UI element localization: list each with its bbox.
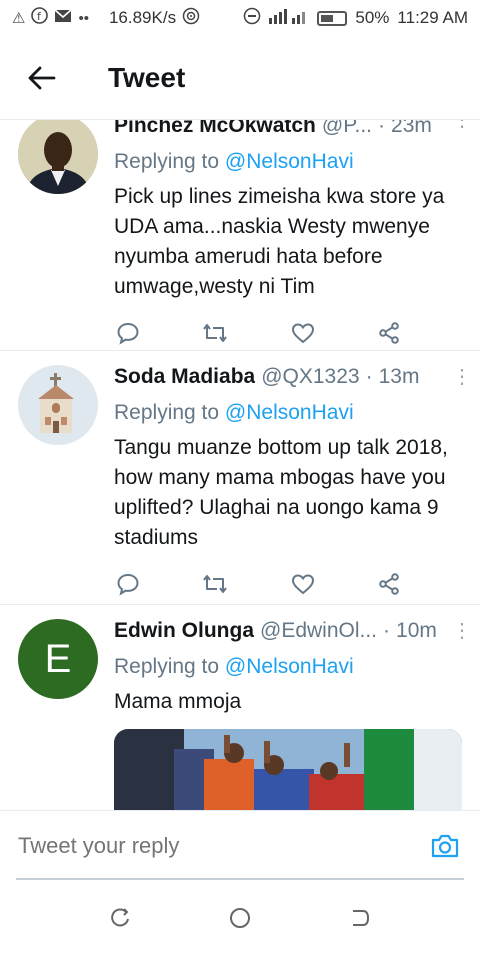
heart-icon [291, 574, 314, 595]
reply-bar [0, 810, 480, 880]
tweet-time: 23m [391, 120, 432, 137]
comment-icon [117, 322, 139, 345]
more-options-icon[interactable]: ⋮ [452, 367, 472, 387]
home-button[interactable] [228, 906, 252, 935]
more-options-icon[interactable]: ⋮ [452, 621, 472, 641]
more-notifications-icon: •• [78, 9, 89, 27]
share-button[interactable] [377, 320, 401, 346]
tweet-text: Tangu muanze bottom up talk 2018, how ma… [114, 436, 448, 549]
replying-label: Replying to [114, 401, 220, 424]
replying-label: Replying to [114, 655, 220, 678]
recents-button[interactable] [109, 907, 131, 934]
mention-link[interactable]: @NelsonHavi [225, 655, 354, 678]
mention-link[interactable]: @NelsonHavi [225, 150, 354, 173]
tweet-actions [116, 571, 401, 597]
avatar[interactable] [18, 120, 98, 194]
author-name[interactable]: Soda Madiaba [114, 365, 255, 389]
reply-button[interactable] [116, 571, 140, 597]
signal-icon [269, 8, 309, 29]
avatar[interactable] [18, 365, 98, 445]
arrow-left-icon [28, 66, 56, 89]
system-nav-bar [0, 880, 480, 960]
tweet-item[interactable]: Soda Madiaba @QX1323 · 13m ⋮ Replying to… [0, 351, 480, 605]
tweet-text: Mama mmoja [114, 690, 242, 713]
back-nav-icon [353, 909, 370, 926]
mention-link[interactable]: @NelsonHavi [225, 401, 354, 424]
comment-icon [117, 573, 139, 596]
tweet-time: 10m [396, 619, 437, 642]
avatar[interactable]: E [18, 619, 98, 699]
tweet-actions [116, 320, 401, 346]
avatar-letter: E [44, 636, 72, 681]
network-speed: 16.89K/s [108, 8, 177, 27]
hotspot-icon [182, 7, 200, 30]
retweet-button[interactable] [202, 320, 228, 346]
gmail-icon [54, 8, 72, 28]
like-button[interactable] [291, 320, 315, 346]
tweet-text: Pick up lines zimeisha kwa store ya UDA … [114, 185, 445, 298]
author-handle[interactable]: @QX1323 [261, 365, 359, 389]
tweet-item[interactable]: Pinchez McOkwatch @P... · 23m ⋮ Replying… [0, 120, 480, 351]
author-name[interactable]: Edwin Olunga [114, 619, 254, 643]
warning-icon: ⚠ [12, 10, 26, 27]
share-icon [379, 573, 399, 595]
reply-input[interactable] [18, 833, 398, 859]
reply-feed[interactable]: Pinchez McOkwatch @P... · 23m ⋮ Replying… [0, 120, 480, 810]
retweet-icon [203, 324, 228, 342]
author-name[interactable]: Pinchez McOkwatch [114, 120, 316, 138]
retweet-icon [203, 575, 228, 593]
camera-icon [431, 834, 459, 858]
heart-icon [291, 323, 314, 344]
share-icon [379, 322, 399, 344]
back-button[interactable] [0, 36, 84, 120]
facebook-icon: f [31, 7, 49, 29]
reply-button[interactable] [116, 320, 140, 346]
svg-text:f: f [37, 10, 42, 23]
tweet-time: 13m [378, 365, 420, 388]
status-bar: ⚠ f •• 16.89K/s 50% 11:29 AM [0, 0, 480, 36]
recents-icon [110, 907, 129, 926]
replying-label: Replying to [114, 150, 220, 173]
retweet-button[interactable] [202, 571, 228, 597]
page-title: Tweet [108, 61, 186, 93]
app-bar: Tweet [0, 36, 480, 120]
tweet-item[interactable]: E Edwin Olunga @EdwinOl... · 10m ⋮ Reply… [0, 605, 480, 810]
separator-dot: · [383, 619, 391, 642]
battery-icon [317, 10, 348, 26]
replying-to: Replying to @NelsonHavi [114, 148, 464, 176]
home-icon [229, 907, 250, 928]
author-handle[interactable]: @EdwinOl... [260, 619, 377, 643]
replying-to: Replying to @NelsonHavi [114, 653, 464, 681]
share-button[interactable] [377, 571, 401, 597]
separator-dot: · [378, 120, 386, 137]
camera-button[interactable] [430, 833, 460, 864]
like-button[interactable] [291, 571, 315, 597]
tweet-image[interactable] [114, 729, 462, 810]
replying-to: Replying to @NelsonHavi [114, 399, 464, 427]
dnd-icon [243, 7, 261, 30]
back-nav-button[interactable] [349, 907, 371, 934]
battery-percent: 50% [355, 8, 390, 27]
separator-dot: · [365, 365, 373, 388]
more-options-icon[interactable]: ⋮ [452, 120, 472, 130]
clock: 11:29 AM [397, 8, 468, 27]
author-handle[interactable]: @P... [322, 120, 372, 138]
